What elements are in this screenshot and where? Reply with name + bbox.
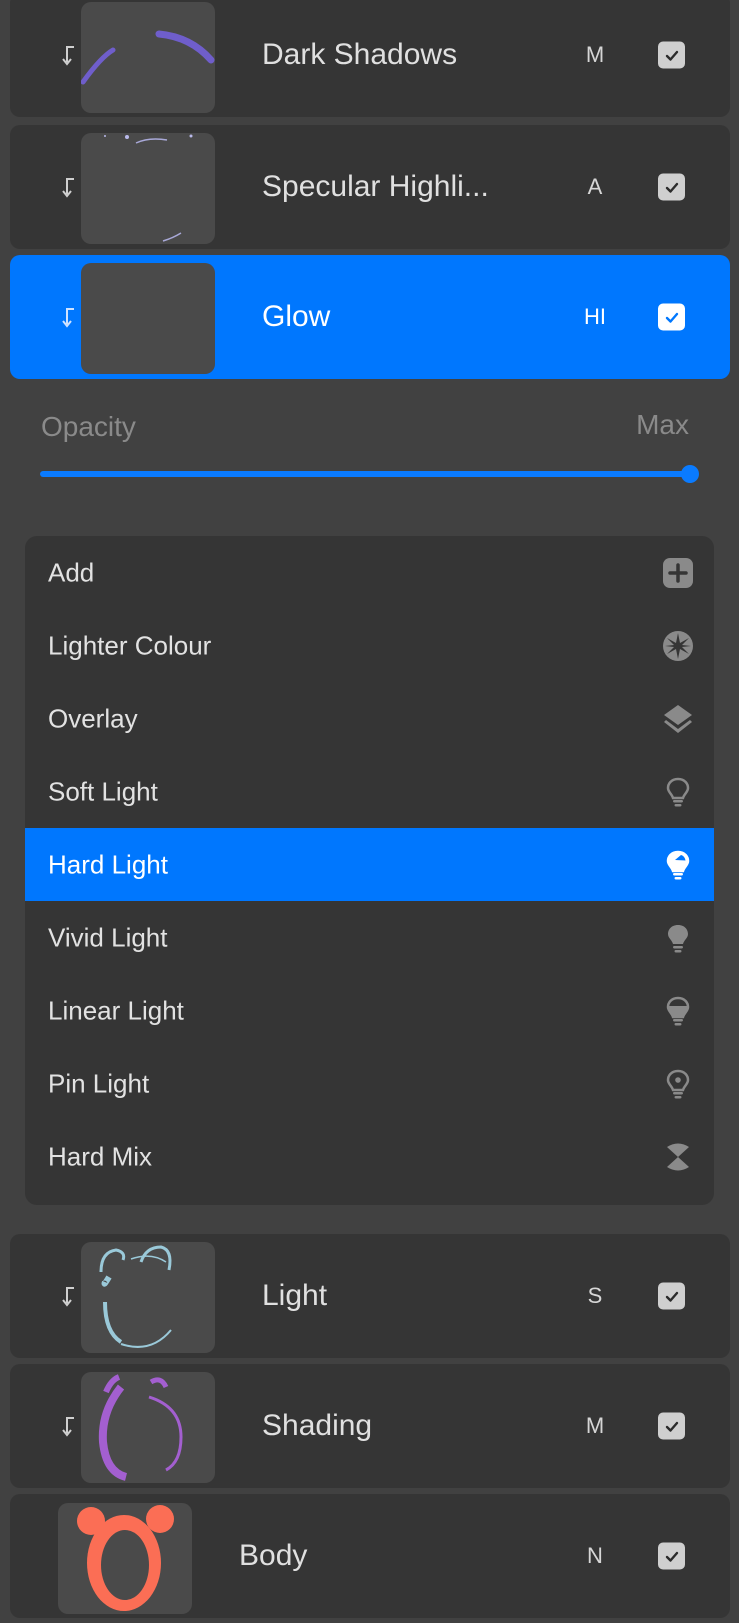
opacity-label: Opacity [41,411,136,442]
lightbulb-half-icon [666,850,690,879]
thumbnail-highlight-specks [104,134,193,242]
visibility-checkbox[interactable] [658,1412,685,1440]
blend-mode-label: Lighter Colour [48,630,212,660]
layer-row-dark-shadows[interactable]: Dark Shadows M [10,0,730,117]
lightbulb-dot-icon [666,1069,690,1098]
thumbnail-blue-clock-outline [99,1245,172,1348]
layer-thumbnail[interactable] [81,2,215,113]
thumbnail-purple-strokes [81,30,215,85]
layer-thumbnail[interactable] [81,1372,215,1483]
layer-row-shading[interactable]: Shading M [10,1364,730,1488]
blend-mode-button[interactable]: A [580,174,610,200]
blend-mode-button[interactable]: M [580,1413,610,1439]
blend-mode-linear-light[interactable]: Linear Light [25,974,714,1047]
blend-mode-label: Overlay [48,703,138,733]
layer-thumbnail[interactable] [58,1503,192,1614]
layers-icon [664,704,692,733]
clipping-mask-icon [62,1287,74,1307]
opacity-slider-handle[interactable] [681,465,699,483]
starburst-icon [663,630,693,661]
hourglass-icon [667,1143,689,1170]
layer-row-glow[interactable]: Glow HI [10,255,730,379]
visibility-checkbox[interactable] [658,41,685,69]
checkmark-icon [665,1421,678,1432]
visibility-checkbox[interactable] [658,303,685,331]
blend-mode-button[interactable]: S [580,1283,610,1309]
blend-mode-label: Hard Mix [48,1141,153,1171]
blend-mode-lighter-colour[interactable]: Lighter Colour [25,609,714,682]
layer-row-specular-highlights[interactable]: Specular Highli... A [10,125,730,249]
lightbulb-filled-icon [668,924,688,952]
blend-mode-label: Add [48,557,95,587]
visibility-checkbox[interactable] [658,173,685,201]
layer-name: Light [262,1279,328,1312]
lightbulb-bottom-filled-icon [666,996,690,1025]
lightbulb-outline-icon [666,777,690,806]
thumbnail-purple-clock-outline [98,1374,183,1481]
opacity-slider[interactable] [40,465,699,483]
opacity-value: Max [636,409,689,440]
blend-mode-menu: Add Lighter Colour Overlay Soft Light Ha… [25,536,714,1205]
opacity-slider-fill [40,471,690,477]
layer-name: Glow [262,300,331,333]
layer-name: Dark Shadows [262,38,458,71]
checkmark-icon [665,1291,678,1302]
clipping-mask-icon [62,178,74,198]
blend-mode-hard-mix[interactable]: Hard Mix [25,1120,714,1193]
thumbnail-orange-clock [77,1505,174,1611]
blend-mode-label: Pin Light [48,1068,150,1098]
blend-mode-soft-light[interactable]: Soft Light [25,755,714,828]
layer-thumbnail[interactable] [81,133,215,244]
visibility-checkbox[interactable] [658,1282,685,1310]
blend-mode-label: Vivid Light [48,922,168,952]
clipping-mask-icon [62,1417,74,1437]
blend-mode-button[interactable]: N [580,1543,610,1569]
checkmark-icon [665,182,678,193]
checkmark-icon [665,50,678,61]
layer-thumbnail[interactable] [81,263,215,374]
visibility-checkbox[interactable] [658,1542,685,1570]
blend-mode-label: Soft Light [48,776,158,806]
layer-name: Shading [262,1409,373,1442]
plus-square-icon [663,557,693,588]
layer-thumbnail[interactable] [81,1242,215,1353]
layer-row-light[interactable]: Light S [10,1234,730,1358]
layer-name: Specular Highli... [262,170,489,203]
blend-mode-pin-light[interactable]: Pin Light [25,1047,714,1120]
layer-name: Body [239,1539,308,1572]
blend-mode-button[interactable]: M [580,42,610,68]
blend-mode-label: Hard Light [48,849,168,879]
blend-mode-label: Linear Light [48,995,184,1025]
blend-mode-vivid-light[interactable]: Vivid Light [25,901,714,974]
blend-mode-overlay[interactable]: Overlay [25,682,714,755]
layer-row-body[interactable]: Body N [10,1494,730,1618]
clipping-mask-icon [62,46,74,66]
clipping-mask-icon [62,308,74,328]
checkmark-icon [665,312,678,323]
blend-mode-hard-light[interactable]: Hard Light [25,828,714,901]
blend-mode-button[interactable]: HI [580,304,610,330]
blend-mode-add[interactable]: Add [25,536,714,609]
checkmark-icon [665,1551,678,1562]
